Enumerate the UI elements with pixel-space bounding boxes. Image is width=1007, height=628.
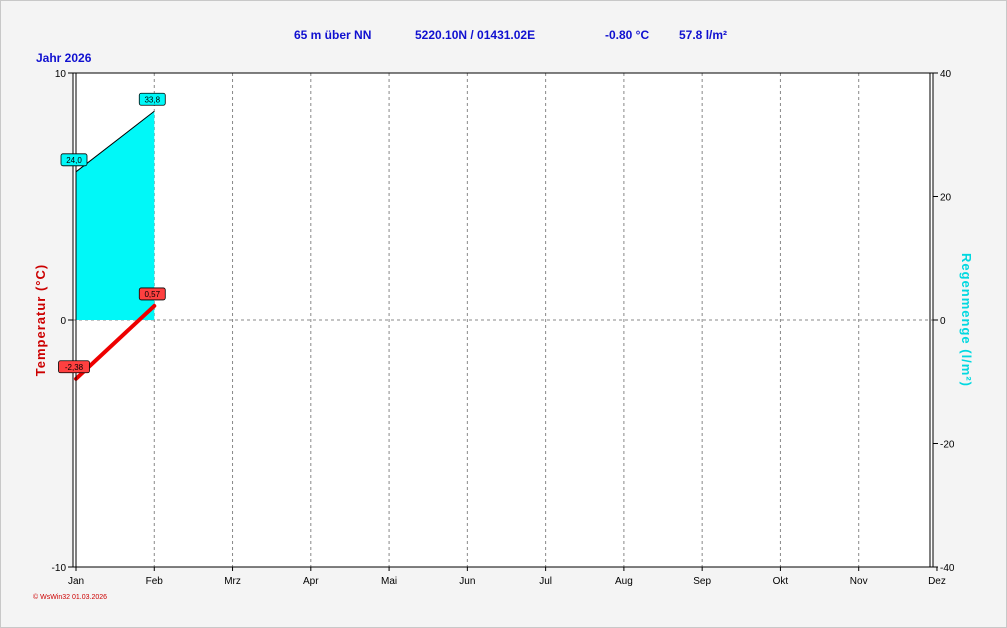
x-tick-label: Apr bbox=[303, 576, 319, 587]
x-tick-label: Feb bbox=[146, 576, 164, 587]
x-tick-label: Okt bbox=[773, 576, 789, 587]
x-tick-label: Mai bbox=[381, 576, 397, 587]
x-tick-label: Jun bbox=[459, 576, 475, 587]
x-tick-label: Nov bbox=[850, 576, 868, 587]
rain-data-label-text: 33,8 bbox=[144, 95, 160, 104]
left-tick-label: 0 bbox=[60, 316, 66, 327]
x-tick-label: Jul bbox=[539, 576, 552, 587]
rain-data-label: 24,0 bbox=[60, 153, 88, 167]
software-credit: © WsWin32 01.03.2026 bbox=[33, 594, 108, 601]
temperature-data-label: -2,38 bbox=[58, 360, 90, 374]
rain-data-label-text: 24,0 bbox=[66, 156, 82, 165]
left-tick-label: 10 bbox=[55, 69, 67, 80]
right-tick-label: 0 bbox=[940, 316, 946, 327]
x-tick-label: Aug bbox=[615, 576, 633, 587]
right-tick-label: -20 bbox=[940, 440, 955, 451]
x-tick-label: Dez bbox=[928, 576, 946, 587]
weather-chart: 10 0 -10 40 20 0 -20 -40 Jan Feb Mrz Apr Mai Jun Jul Au… bbox=[33, 69, 974, 587]
rain-data-label: 33,8 bbox=[138, 92, 166, 106]
right-axis-title: Regenmenge (l/m²) bbox=[959, 253, 974, 387]
left-tick-label: -10 bbox=[52, 563, 67, 574]
left-axis-title: Temperatur (°C) bbox=[33, 264, 48, 376]
x-tick-label: Sep bbox=[693, 576, 711, 587]
right-tick-label: -40 bbox=[940, 563, 955, 574]
temperature-data-label-text: -2,38 bbox=[65, 363, 84, 372]
temperature-data-label-text: 0,57 bbox=[144, 290, 160, 299]
temperature-data-label: 0,57 bbox=[138, 287, 166, 301]
grid bbox=[73, 73, 933, 567]
right-tick-label: 40 bbox=[940, 69, 952, 80]
x-tick-label: Jan bbox=[68, 576, 84, 587]
right-tick-label: 20 bbox=[940, 193, 952, 204]
x-tick-label: Mrz bbox=[224, 576, 241, 587]
